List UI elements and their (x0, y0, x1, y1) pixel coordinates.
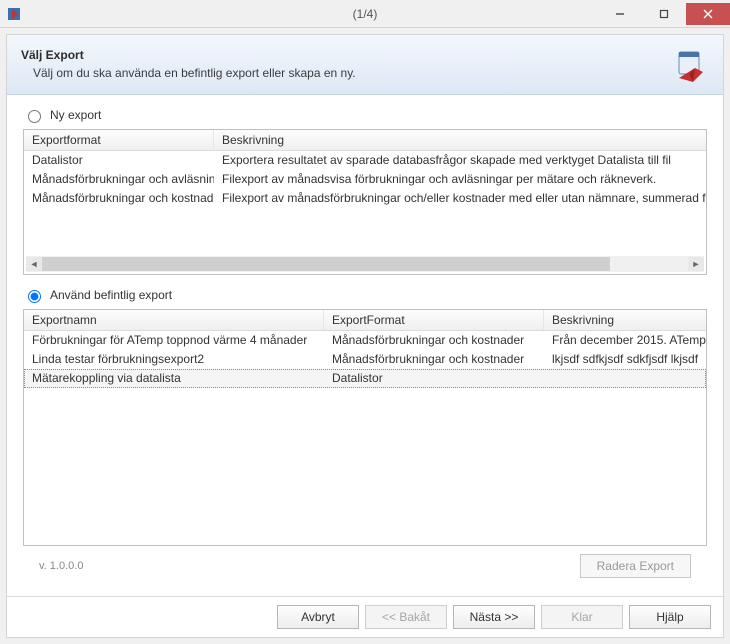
app-icon (6, 6, 22, 22)
col-exportformat: ExportFormat (324, 310, 544, 330)
formats-list-header: Exportformat Beskrivning (24, 130, 706, 151)
next-button[interactable]: Nästa >> (453, 605, 535, 629)
close-button[interactable] (686, 3, 730, 25)
formats-list[interactable]: Exportformat Beskrivning Datalistor Expo… (23, 129, 707, 275)
radio-new-export-label: Ny export (50, 108, 101, 122)
delete-export-button[interactable]: Radera Export (580, 554, 691, 578)
radio-new-export[interactable] (28, 110, 41, 123)
radio-use-existing-label: Använd befintlig export (50, 288, 172, 302)
wizard-button-bar: Avbryt << Bakåt Nästa >> Klar Hjälp (7, 596, 723, 637)
exports-list[interactable]: Exportnamn ExportFormat Beskrivning Förb… (23, 309, 707, 546)
col-format: Exportformat (24, 130, 214, 150)
export-icon (669, 44, 709, 84)
cancel-button[interactable]: Avbryt (277, 605, 359, 629)
scroll-right-icon[interactable]: ► (688, 257, 704, 271)
maximize-button[interactable] (642, 3, 686, 25)
finish-button[interactable]: Klar (541, 605, 623, 629)
wizard-header: Välj Export Välj om du ska använda en be… (7, 35, 723, 95)
header-title: Välj Export (21, 48, 659, 62)
table-row[interactable]: Månadsförbrukningar och kostnader Filexp… (24, 189, 706, 208)
header-subtitle: Välj om du ska använda en befintlig expo… (33, 66, 659, 80)
col-exportdesc: Beskrivning (544, 310, 706, 330)
table-row[interactable]: Förbrukningar för ATemp toppnod värme 4 … (24, 331, 706, 350)
exports-list-rows: Förbrukningar för ATemp toppnod värme 4 … (24, 331, 706, 388)
window-titlebar: (1/4) (0, 0, 730, 28)
exports-list-header: Exportnamn ExportFormat Beskrivning (24, 310, 706, 331)
col-desc: Beskrivning (214, 130, 706, 150)
scroll-left-icon[interactable]: ◄ (26, 257, 42, 271)
table-row[interactable]: Datalistor Exportera resultatet av spara… (24, 151, 706, 170)
minimize-button[interactable] (598, 3, 642, 25)
formats-scrollbar[interactable]: ◄ ► (26, 256, 704, 272)
back-button[interactable]: << Bakåt (365, 605, 447, 629)
table-row[interactable]: Linda testar förbrukningsexport2 Månadsf… (24, 350, 706, 369)
table-row[interactable]: Månadsförbrukningar och avläsningar File… (24, 170, 706, 189)
formats-list-rows: Datalistor Exportera resultatet av spara… (24, 151, 706, 208)
help-button[interactable]: Hjälp (629, 605, 711, 629)
version-label: v. 1.0.0.0 (39, 560, 83, 572)
radio-use-existing[interactable] (28, 290, 41, 303)
col-exportname: Exportnamn (24, 310, 324, 330)
scroll-thumb[interactable] (42, 257, 610, 271)
table-row[interactable]: Mätarekoppling via datalista Datalistor (24, 369, 706, 388)
window-body: Välj Export Välj om du ska använda en be… (0, 28, 730, 644)
